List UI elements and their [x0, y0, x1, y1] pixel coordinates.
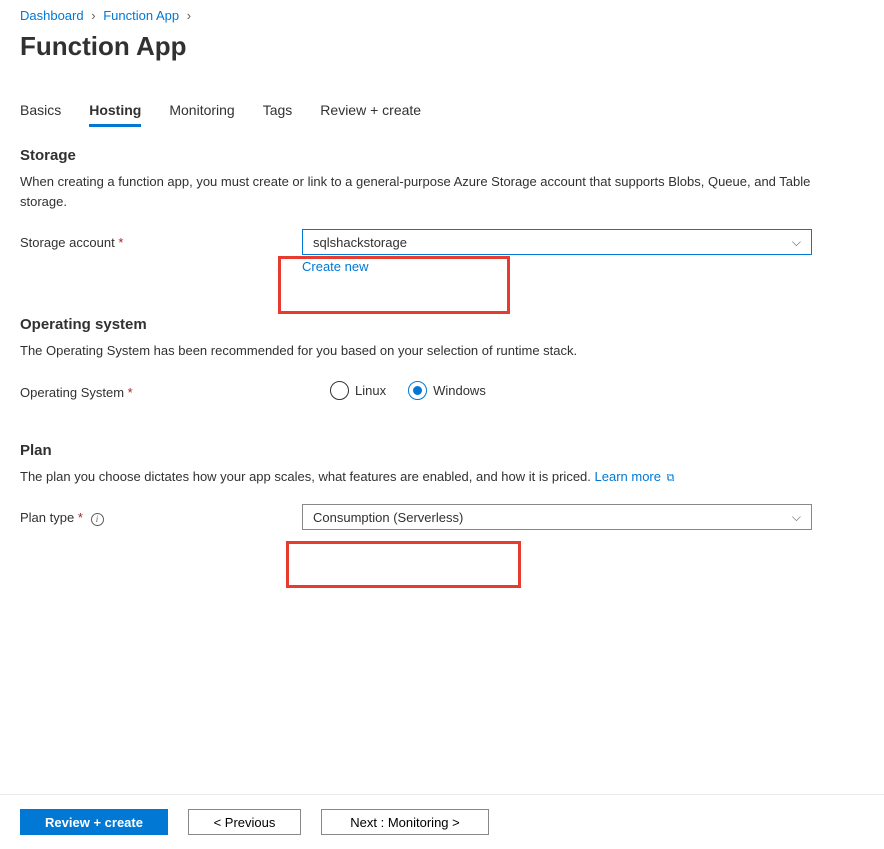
tab-basics[interactable]: Basics	[20, 102, 61, 127]
radio-icon	[408, 381, 427, 400]
plan-type-value: Consumption (Serverless)	[313, 510, 463, 525]
storage-account-value: sqlshackstorage	[313, 235, 407, 250]
radio-windows-label: Windows	[433, 383, 486, 398]
radio-icon	[330, 381, 349, 400]
os-desc: The Operating System has been recommende…	[20, 341, 830, 361]
os-field: Operating System * Linux Windows	[20, 379, 864, 400]
storage-account-select[interactable]: sqlshackstorage ⌵	[302, 229, 812, 255]
plan-type-select[interactable]: Consumption (Serverless) ⌵	[302, 504, 812, 530]
external-link-icon: ⧉	[667, 472, 675, 484]
chevron-down-icon: ⌵	[792, 510, 801, 525]
info-icon[interactable]: i	[91, 513, 104, 526]
os-heading: Operating system	[20, 316, 864, 333]
create-new-link[interactable]: Create new	[302, 259, 368, 274]
breadcrumb-separator: ›	[187, 8, 191, 23]
radio-linux-label: Linux	[355, 383, 386, 398]
storage-heading: Storage	[20, 147, 864, 164]
plan-heading: Plan	[20, 442, 864, 459]
review-create-button[interactable]: Review + create	[20, 809, 168, 835]
breadcrumb-link-dashboard[interactable]: Dashboard	[20, 8, 84, 23]
breadcrumb: Dashboard › Function App ›	[20, 8, 864, 23]
highlight-plan-type	[286, 541, 521, 588]
required-indicator: *	[128, 385, 133, 400]
radio-linux[interactable]: Linux	[330, 381, 386, 400]
plan-type-label: Plan type * i	[20, 504, 302, 526]
tab-review-create[interactable]: Review + create	[320, 102, 421, 127]
storage-desc: When creating a function app, you must c…	[20, 172, 830, 211]
required-indicator: *	[118, 235, 123, 250]
tab-monitoring[interactable]: Monitoring	[169, 102, 234, 127]
next-button[interactable]: Next : Monitoring >	[321, 809, 489, 835]
chevron-down-icon: ⌵	[792, 235, 801, 250]
tab-hosting[interactable]: Hosting	[89, 102, 141, 127]
required-indicator: *	[78, 510, 83, 525]
storage-account-label: Storage account *	[20, 229, 302, 250]
breadcrumb-link-functionapp[interactable]: Function App	[103, 8, 179, 23]
storage-account-field: Storage account * sqlshackstorage ⌵ Crea…	[20, 229, 864, 274]
plan-desc: The plan you choose dictates how your ap…	[20, 467, 830, 487]
page-title: Function App	[20, 31, 864, 62]
tab-tags[interactable]: Tags	[263, 102, 293, 127]
footer: Review + create < Previous Next : Monito…	[0, 794, 884, 849]
os-label: Operating System *	[20, 379, 302, 400]
radio-windows[interactable]: Windows	[408, 381, 486, 400]
learn-more-link[interactable]: Learn more ⧉	[595, 469, 675, 484]
breadcrumb-separator: ›	[91, 8, 95, 23]
previous-button[interactable]: < Previous	[188, 809, 301, 835]
plan-type-field: Plan type * i Consumption (Serverless) ⌵	[20, 504, 864, 530]
tabs: Basics Hosting Monitoring Tags Review + …	[20, 102, 864, 127]
